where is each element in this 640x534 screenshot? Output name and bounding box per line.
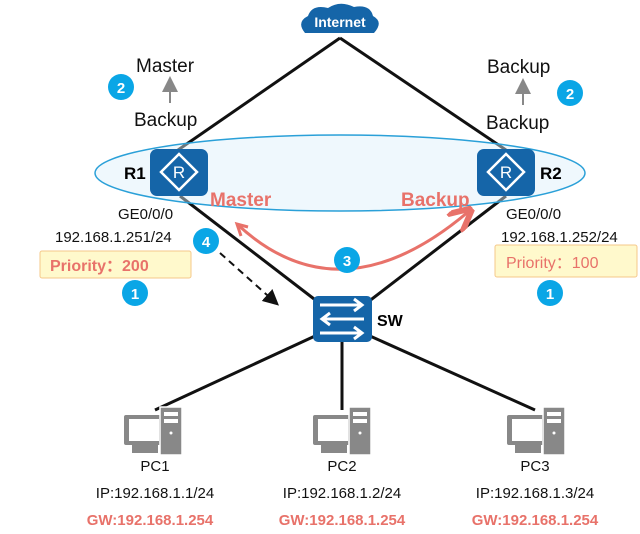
r2-role: Backup xyxy=(401,190,470,211)
pc3-gw: GW:192.168.1.254 xyxy=(472,512,599,529)
svg-text:1: 1 xyxy=(131,286,139,303)
r1-priority: Priority：200 xyxy=(50,258,149,275)
link-r2-sw xyxy=(367,194,507,304)
pc3-ip: IP:192.168.1.3/24 xyxy=(476,485,594,502)
r1-ip: 192.168.1.251/24 xyxy=(55,229,172,246)
svg-text:3: 3 xyxy=(343,253,351,270)
r1-state-old: Backup xyxy=(134,110,197,131)
pc2-name: PC2 xyxy=(327,458,356,475)
svg-text:4: 4 xyxy=(202,234,211,251)
r2-priority: Priority：100 xyxy=(506,255,599,272)
badge-2-right: 2 xyxy=(557,80,583,106)
r2-name: R2 xyxy=(540,164,562,183)
router-r1[interactable]: R xyxy=(150,149,208,196)
r2-state-old: Backup xyxy=(486,113,549,134)
badge-3: 3 xyxy=(334,247,360,273)
link-internet-r2 xyxy=(339,36,507,152)
badge-2-left: 2 xyxy=(108,74,134,100)
internet-cloud-icon[interactable]: Internet xyxy=(301,3,379,33)
pc1-name: PC1 xyxy=(140,458,169,475)
pc1[interactable] xyxy=(123,406,183,456)
dashed-arrow xyxy=(219,252,279,306)
pc2-ip: IP:192.168.1.2/24 xyxy=(283,485,401,502)
pc2-gw: GW:192.168.1.254 xyxy=(279,512,406,529)
svg-text:R: R xyxy=(173,163,185,182)
pc-icon xyxy=(506,406,566,456)
link-sw-pc1 xyxy=(154,334,316,412)
svg-text:1: 1 xyxy=(546,286,554,303)
vrrp-diagram: Internet R R1 Master Backup Master GE0/0… xyxy=(39,3,638,529)
badge-1-right: 1 xyxy=(537,280,563,306)
r1-name: R1 xyxy=(124,164,146,183)
links xyxy=(154,36,536,412)
pc-icon xyxy=(123,406,183,456)
badge-4: 4 xyxy=(193,228,219,254)
svg-text:2: 2 xyxy=(566,86,574,103)
r2-interface: GE0/0/0 xyxy=(506,206,561,223)
svg-text:2: 2 xyxy=(117,80,125,97)
switch-name: SW xyxy=(377,313,404,330)
r2-ip: 192.168.1.252/24 xyxy=(501,229,618,246)
pc1-gw: GW:192.168.1.254 xyxy=(87,512,214,529)
pc-icon xyxy=(312,406,372,456)
r2-state-new: Backup xyxy=(487,57,550,78)
pc3-name: PC3 xyxy=(520,458,549,475)
pc3[interactable] xyxy=(506,406,566,456)
badge-1-left: 1 xyxy=(122,280,148,306)
r1-role: Master xyxy=(210,190,272,211)
link-internet-r1 xyxy=(177,36,341,152)
switch-sw[interactable] xyxy=(313,296,372,342)
pc2[interactable] xyxy=(312,406,372,456)
pc1-ip: IP:192.168.1.1/24 xyxy=(96,485,214,502)
svg-text:R: R xyxy=(500,163,512,182)
r1-interface: GE0/0/0 xyxy=(118,206,173,223)
router-r2[interactable]: R xyxy=(477,149,535,196)
internet-label: Internet xyxy=(314,14,366,30)
link-sw-pc3 xyxy=(369,334,536,412)
r1-state-new: Master xyxy=(136,56,195,77)
